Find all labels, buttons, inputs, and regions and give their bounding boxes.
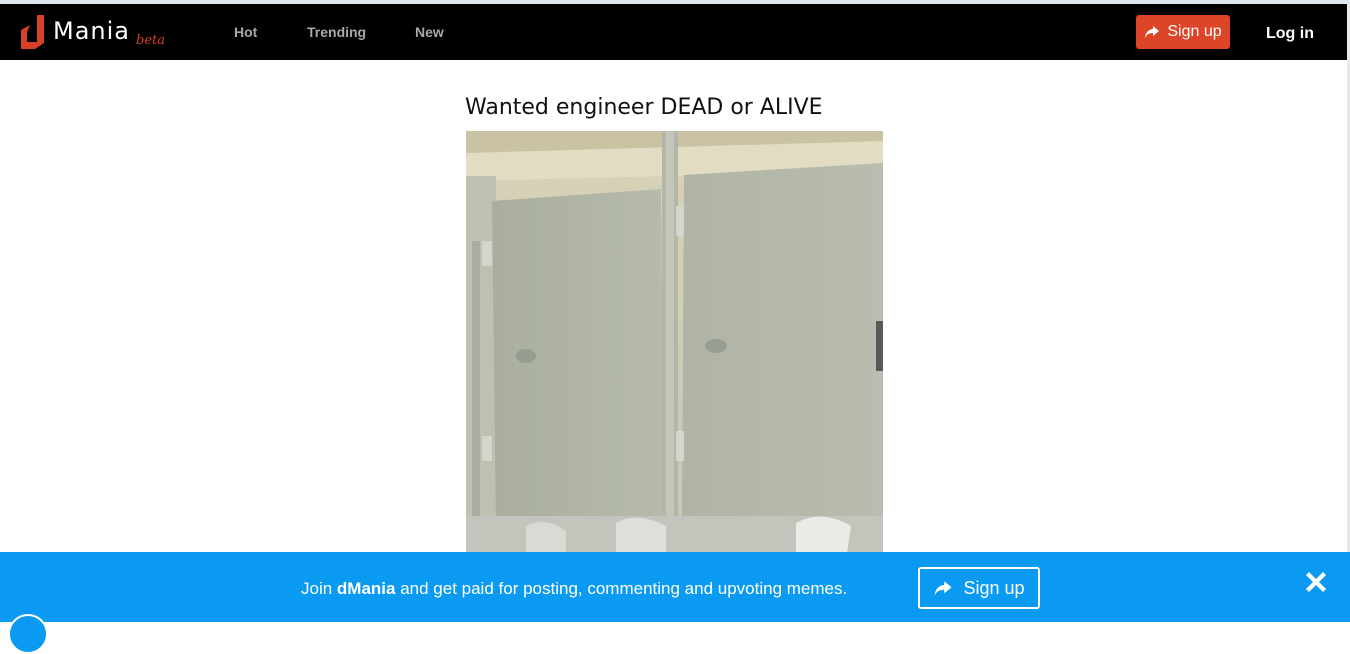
close-icon[interactable] xyxy=(1302,568,1330,596)
share-arrow-icon xyxy=(1145,26,1160,38)
logo-text: Mania xyxy=(53,17,130,45)
meme-image[interactable] xyxy=(466,131,883,561)
login-link[interactable]: Log in xyxy=(1266,25,1314,43)
nav-link-new[interactable]: New xyxy=(415,24,444,40)
chat-bubble-icon[interactable] xyxy=(8,614,48,654)
banner-signup-button[interactable]: Sign up xyxy=(918,567,1040,609)
banner-text-after: and get paid for posting, commenting and… xyxy=(395,579,848,598)
banner-message: Join dMania and get paid for posting, co… xyxy=(301,579,847,599)
nav-link-trending[interactable]: Trending xyxy=(307,24,366,40)
top-navbar: Mania beta Hot Trending New Sign up Log … xyxy=(0,4,1347,60)
logo-beta-badge: beta xyxy=(136,33,165,48)
share-arrow-icon xyxy=(934,580,952,596)
nav-link-hot[interactable]: Hot xyxy=(234,24,257,40)
banner-signup-label: Sign up xyxy=(963,577,1025,598)
dmania-logo-icon xyxy=(21,15,44,49)
dmania-logo[interactable]: Mania beta xyxy=(17,13,165,53)
banner-text-before: Join xyxy=(301,579,337,598)
banner-brand: dMania xyxy=(336,579,396,598)
signup-button-label: Sign up xyxy=(1167,23,1222,40)
post-title: Wanted engineer DEAD or ALIVE xyxy=(465,95,823,120)
signup-button[interactable]: Sign up xyxy=(1136,15,1230,49)
